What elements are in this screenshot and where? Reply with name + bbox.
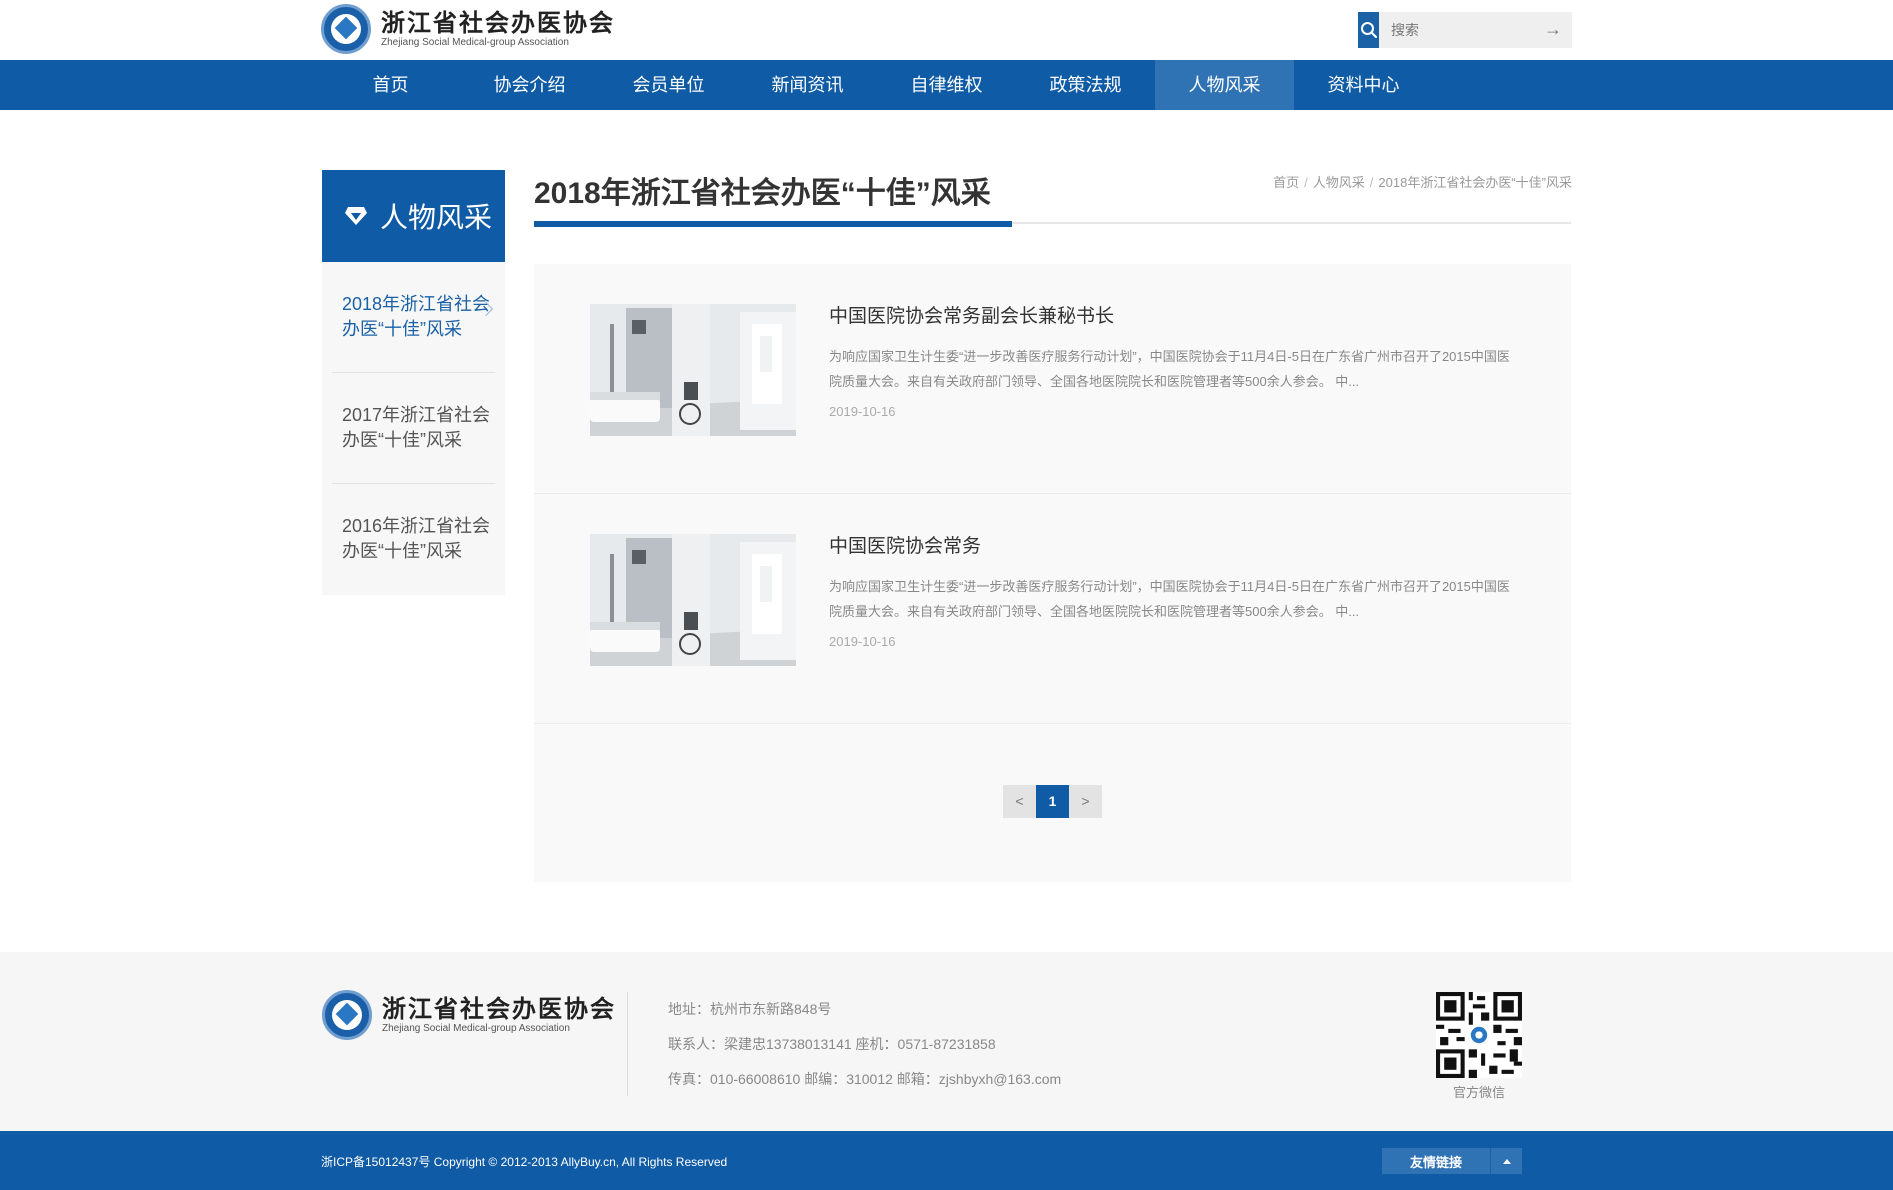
footer: 浙江省社会办医协会 Zhejiang Social Medical-group …: [0, 952, 1893, 1131]
sidebar-header: 人物风采: [322, 170, 505, 262]
hospital-corridor-illustration: [590, 304, 796, 436]
next-page-button[interactable]: >: [1069, 785, 1102, 818]
footer-contact: 联系人：梁建忠13738013141 座机：0571-87231858: [668, 1036, 996, 1052]
sidebar-item-label: 2017年浙江省社会办医“十佳”风采: [342, 405, 491, 450]
nav-item-policy[interactable]: 政策法规: [1016, 60, 1155, 110]
search-icon: [1360, 22, 1377, 39]
nav-item-resources[interactable]: 资料中心: [1294, 60, 1433, 110]
main-nav: 首页 协会介绍 会员单位 新闻资讯 自律维权 政策法规 人物风采 资料中心: [0, 60, 1893, 110]
site-logo[interactable]: 浙江省社会办医协会 Zhejiang Social Medical-group …: [321, 2, 615, 56]
sidebar-title: 人物风采: [380, 202, 493, 233]
breadcrumb-separator: /: [1304, 175, 1308, 190]
chevron-up-icon[interactable]: [1490, 1148, 1522, 1174]
article-summary: 为响应国家卫生计生委“进一步改善医疗服务行动计划”，中国医院协会于11月4日-5…: [829, 579, 1510, 619]
qr-code-label: 官方微信: [1452, 1085, 1505, 1100]
breadcrumb-current[interactable]: 2018年浙江省社会办医“十佳”风采: [1378, 175, 1572, 190]
copyright-text: 浙ICP备15012437号 Copyright © 2012-2013 All…: [321, 1155, 728, 1169]
breadcrumb-separator: /: [1369, 175, 1374, 190]
nav-item-news[interactable]: 新闻资讯: [738, 60, 877, 110]
footer-address: 地址：杭州市东新路848号: [668, 1001, 832, 1017]
breadcrumb: 首页 / 人物风采 / 2018年浙江省社会办医“十佳”风采: [1273, 172, 1572, 191]
sidebar-item-2018[interactable]: 2018年浙江省社会办医“十佳”风采: [332, 262, 495, 373]
logo-chinese-name: 浙江省社会办医协会: [382, 994, 616, 1023]
article-title[interactable]: 中国医院协会常务副会长兼秘书长: [829, 301, 1114, 328]
footer-divider: [627, 992, 628, 1096]
top-header: 浙江省社会办医协会 Zhejiang Social Medical-group …: [0, 0, 1893, 60]
search-button[interactable]: [1358, 12, 1379, 48]
qr-code-image: [1436, 992, 1522, 1078]
page-1-button[interactable]: 1: [1036, 785, 1069, 818]
nav-item-self-regulation[interactable]: 自律维权: [877, 60, 1016, 110]
logo-emblem-icon: [321, 4, 371, 54]
footer-fax: 传真：010-66008610 邮编：310012 邮箱：zjshbyxh@16…: [668, 1071, 1062, 1087]
search-submit-arrow-icon[interactable]: →: [1544, 19, 1562, 40]
article-summary: 为响应国家卫生计生委“进一步改善医疗服务行动计划”，中国医院协会于11月4日-5…: [829, 349, 1510, 389]
logo-text: 浙江省社会办医协会 Zhejiang Social Medical-group …: [381, 9, 615, 49]
list-item[interactable]: 中国医院协会常务副会长兼秘书长 为响应国家卫生计生委“进一步改善医疗服务行动计划…: [534, 264, 1571, 494]
nav-item-people[interactable]: 人物风采: [1155, 60, 1294, 110]
title-accent-bar: [534, 221, 1012, 227]
search-box: →: [1358, 12, 1572, 48]
nav-item-home[interactable]: 首页: [321, 60, 460, 110]
sidebar-item-label: 2016年浙江省社会办医“十佳”风采: [342, 516, 491, 561]
page-title: 2018年浙江省社会办医“十佳”风采: [534, 177, 991, 210]
nav-item-about[interactable]: 协会介绍: [460, 60, 599, 110]
copyright-bar: 浙ICP备15012437号 Copyright © 2012-2013 All…: [0, 1131, 1893, 1190]
article-date: 2019-10-16: [829, 634, 896, 649]
logo-chinese-name: 浙江省社会办医协会: [381, 8, 615, 37]
sidebar-item-2016[interactable]: 2016年浙江省社会办医“十佳”风采: [332, 484, 495, 595]
article-thumbnail-image[interactable]: [590, 304, 796, 436]
logo-text: 浙江省社会办医协会 Zhejiang Social Medical-group …: [382, 995, 616, 1035]
list-item[interactable]: 中国医院协会常务 为响应国家卫生计生委“进一步改善医疗服务行动计划”，中国医院协…: [534, 494, 1571, 724]
footer-logo[interactable]: 浙江省社会办医协会 Zhejiang Social Medical-group …: [322, 990, 616, 1040]
pagination: < 1 >: [1003, 785, 1102, 818]
friend-links-dropdown[interactable]: 友情链接: [1382, 1148, 1522, 1174]
sidebar-menu: 2018年浙江省社会办医“十佳”风采 2017年浙江省社会办医“十佳”风采 20…: [322, 262, 505, 595]
hospital-corridor-illustration: [590, 534, 796, 666]
prev-page-button[interactable]: <: [1003, 785, 1036, 818]
diamond-icon: [345, 207, 367, 225]
sidebar-item-2017[interactable]: 2017年浙江省社会办医“十佳”风采: [332, 373, 495, 484]
logo-english-name: Zhejiang Social Medical-group Associatio…: [382, 1023, 570, 1034]
logo-emblem-icon: [322, 990, 372, 1040]
breadcrumb-section[interactable]: 人物风采: [1313, 175, 1365, 190]
logo-english-name: Zhejiang Social Medical-group Associatio…: [381, 37, 569, 48]
friend-links-label: 友情链接: [1409, 1154, 1462, 1170]
article-thumbnail-image[interactable]: [590, 534, 796, 666]
footer-contact-info: 地址：杭州市东新路848号 联系人：梁建忠13738013141 座机：0571…: [668, 992, 1061, 1097]
article-date: 2019-10-16: [829, 404, 896, 419]
breadcrumb-home[interactable]: 首页: [1273, 175, 1299, 190]
article-title[interactable]: 中国医院协会常务: [829, 531, 981, 558]
nav-item-members[interactable]: 会员单位: [599, 60, 738, 110]
sidebar-item-label: 2018年浙江省社会办医“十佳”风采: [342, 294, 491, 339]
